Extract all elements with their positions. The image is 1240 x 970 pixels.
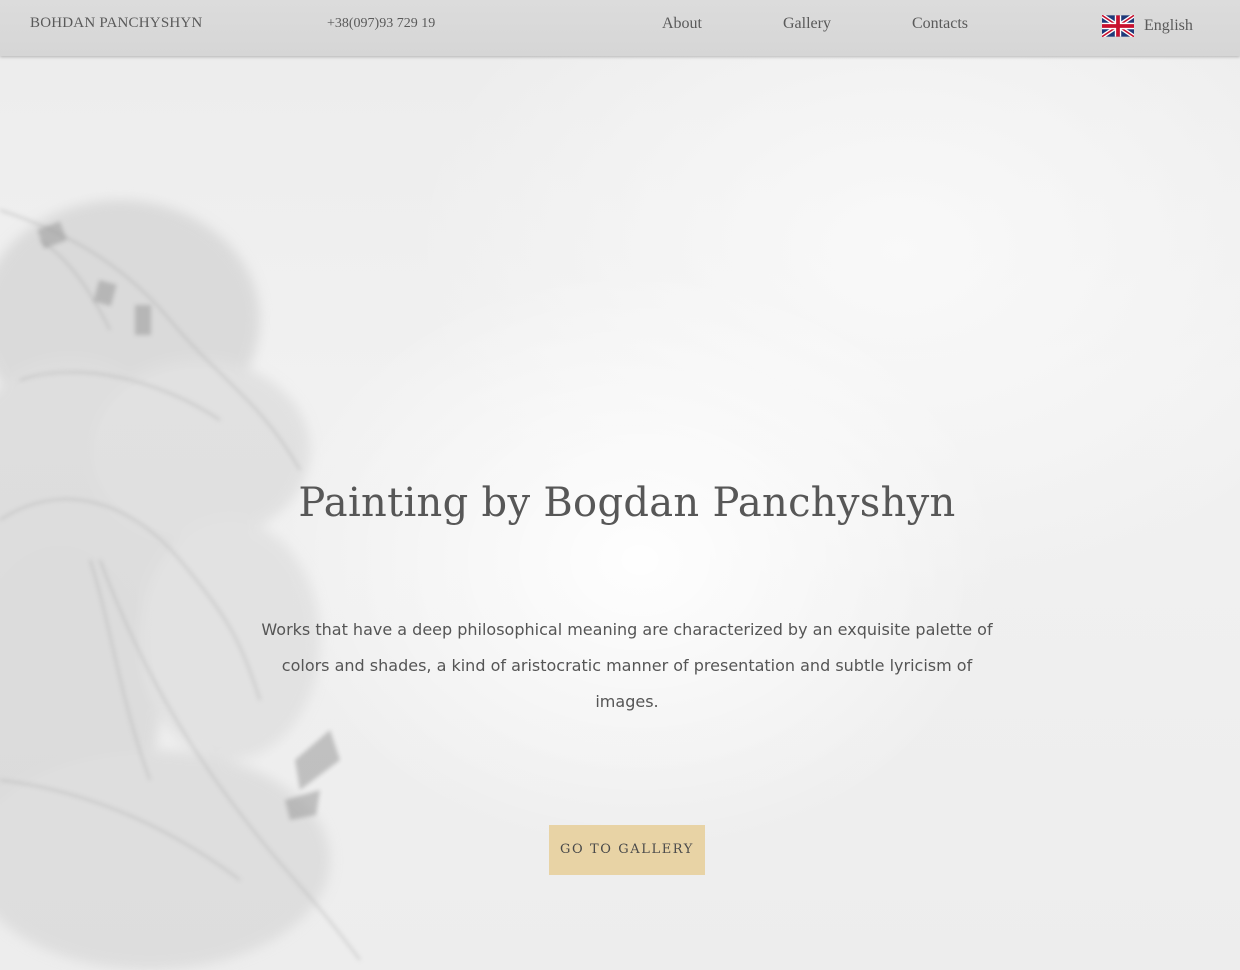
language-switcher[interactable]: English bbox=[1102, 14, 1193, 38]
go-to-gallery-button[interactable]: GO TO GALLERY bbox=[549, 825, 705, 875]
nav-gallery[interactable]: Gallery bbox=[783, 15, 831, 33]
nav-contacts[interactable]: Contacts bbox=[912, 15, 968, 33]
site-brand[interactable]: BOHDAN PANCHYSHYN bbox=[30, 15, 202, 32]
hero-description: Works that have a deep philosophical mea… bbox=[261, 620, 993, 711]
nav-about[interactable]: About bbox=[662, 15, 702, 33]
language-label: English bbox=[1144, 17, 1193, 34]
hero-title: Painting by Bogdan Panchyshyn bbox=[298, 480, 956, 526]
site-header: BOHDAN PANCHYSHYN +38(097)93 729 19 Abou… bbox=[0, 0, 1240, 56]
uk-flag-icon bbox=[1102, 15, 1134, 37]
phone-number[interactable]: +38(097)93 729 19 bbox=[327, 16, 435, 32]
